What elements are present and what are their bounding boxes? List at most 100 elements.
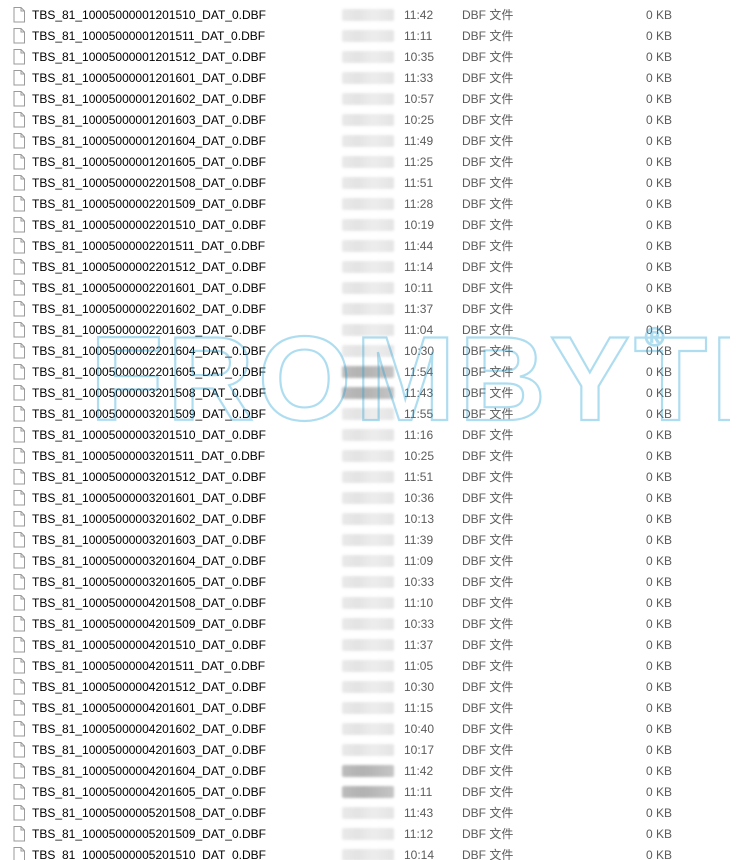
file-row[interactable]: TBS_81_10005000005201510_DAT_0.DBF10:14D… [0, 844, 755, 860]
file-icon [12, 658, 26, 674]
file-size: 0 KB [592, 827, 672, 841]
file-date-blurred [342, 49, 404, 65]
file-row[interactable]: TBS_81_10005000002201511_DAT_0.DBF11:44D… [0, 235, 755, 256]
file-icon [12, 763, 26, 779]
blur-placeholder [342, 849, 394, 860]
file-name: TBS_81_10005000004201512_DAT_0.DBF [32, 680, 342, 694]
file-type: DBF 文件 [462, 258, 592, 275]
file-type: DBF 文件 [462, 153, 592, 170]
file-date-blurred [342, 574, 404, 590]
blur-placeholder [342, 513, 394, 525]
file-row[interactable]: TBS_81_10005000002201605_DAT_0.DBF11:54D… [0, 361, 755, 382]
file-size: 0 KB [592, 71, 672, 85]
file-size: 0 KB [592, 92, 672, 106]
file-row[interactable]: TBS_81_10005000003201605_DAT_0.DBF10:33D… [0, 571, 755, 592]
file-row[interactable]: TBS_81_10005000001201605_DAT_0.DBF11:25D… [0, 151, 755, 172]
file-time: 10:19 [404, 218, 462, 232]
blur-placeholder [342, 366, 394, 378]
blur-placeholder [342, 261, 394, 273]
file-name: TBS_81_10005000002201510_DAT_0.DBF [32, 218, 342, 232]
file-row[interactable]: TBS_81_10005000005201508_DAT_0.DBF11:43D… [0, 802, 755, 823]
file-time: 11:37 [404, 638, 462, 652]
file-row[interactable]: TBS_81_10005000001201602_DAT_0.DBF10:57D… [0, 88, 755, 109]
file-icon [12, 70, 26, 86]
file-row[interactable]: TBS_81_10005000001201604_DAT_0.DBF11:49D… [0, 130, 755, 151]
file-icon [12, 826, 26, 842]
file-row[interactable]: TBS_81_10005000001201601_DAT_0.DBF11:33D… [0, 67, 755, 88]
file-row[interactable]: TBS_81_10005000002201602_DAT_0.DBF11:37D… [0, 298, 755, 319]
file-date-blurred [342, 826, 404, 842]
file-name: TBS_81_10005000004201511_DAT_0.DBF [32, 659, 342, 673]
file-row[interactable]: TBS_81_10005000004201508_DAT_0.DBF11:10D… [0, 592, 755, 613]
file-row[interactable]: TBS_81_10005000003201601_DAT_0.DBF10:36D… [0, 487, 755, 508]
blur-placeholder [342, 681, 394, 693]
file-row[interactable]: TBS_81_10005000002201604_DAT_0.DBF10:30D… [0, 340, 755, 361]
file-icon [12, 196, 26, 212]
file-row[interactable]: TBS_81_10005000004201605_DAT_0.DBF11:11D… [0, 781, 755, 802]
file-row[interactable]: TBS_81_10005000003201512_DAT_0.DBF11:51D… [0, 466, 755, 487]
blur-placeholder [342, 135, 394, 147]
file-row[interactable]: TBS_81_10005000003201509_DAT_0.DBF11:55D… [0, 403, 755, 424]
file-name: TBS_81_10005000003201511_DAT_0.DBF [32, 449, 342, 463]
file-time: 10:25 [404, 113, 462, 127]
file-row[interactable]: TBS_81_10005000003201508_DAT_0.DBF11:43D… [0, 382, 755, 403]
file-row[interactable]: TBS_81_10005000004201511_DAT_0.DBF11:05D… [0, 655, 755, 676]
file-date-blurred [342, 448, 404, 464]
file-type: DBF 文件 [462, 300, 592, 317]
file-row[interactable]: TBS_81_10005000004201509_DAT_0.DBF10:33D… [0, 613, 755, 634]
file-row[interactable]: TBS_81_10005000002201510_DAT_0.DBF10:19D… [0, 214, 755, 235]
file-size: 0 KB [592, 365, 672, 379]
file-row[interactable]: TBS_81_10005000001201511_DAT_0.DBF11:11D… [0, 25, 755, 46]
file-date-blurred [342, 511, 404, 527]
file-row[interactable]: TBS_81_10005000004201510_DAT_0.DBF11:37D… [0, 634, 755, 655]
blur-placeholder [342, 198, 394, 210]
file-row[interactable]: TBS_81_10005000004201604_DAT_0.DBF11:42D… [0, 760, 755, 781]
file-row[interactable]: TBS_81_10005000004201512_DAT_0.DBF10:30D… [0, 676, 755, 697]
file-name: TBS_81_10005000002201601_DAT_0.DBF [32, 281, 342, 295]
file-name: TBS_81_10005000004201601_DAT_0.DBF [32, 701, 342, 715]
file-type: DBF 文件 [462, 657, 592, 674]
file-row[interactable]: TBS_81_10005000001201512_DAT_0.DBF10:35D… [0, 46, 755, 67]
file-size: 0 KB [592, 218, 672, 232]
file-icon [12, 7, 26, 23]
file-type: DBF 文件 [462, 6, 592, 23]
file-row[interactable]: TBS_81_10005000002201603_DAT_0.DBF11:04D… [0, 319, 755, 340]
file-type: DBF 文件 [462, 90, 592, 107]
file-row[interactable]: TBS_81_10005000003201604_DAT_0.DBF11:09D… [0, 550, 755, 571]
file-size: 0 KB [592, 239, 672, 253]
file-size: 0 KB [592, 113, 672, 127]
file-row[interactable]: TBS_81_10005000002201512_DAT_0.DBF11:14D… [0, 256, 755, 277]
file-name: TBS_81_10005000002201508_DAT_0.DBF [32, 176, 342, 190]
file-row[interactable]: TBS_81_10005000004201602_DAT_0.DBF10:40D… [0, 718, 755, 739]
blur-placeholder [342, 807, 394, 819]
file-row[interactable]: TBS_81_10005000003201602_DAT_0.DBF10:13D… [0, 508, 755, 529]
file-size: 0 KB [592, 722, 672, 736]
file-row[interactable]: TBS_81_10005000005201509_DAT_0.DBF11:12D… [0, 823, 755, 844]
file-row[interactable]: TBS_81_10005000003201603_DAT_0.DBF11:39D… [0, 529, 755, 550]
file-size: 0 KB [592, 323, 672, 337]
file-row[interactable]: TBS_81_10005000001201510_DAT_0.DBF11:42D… [0, 4, 755, 25]
file-name: TBS_81_10005000003201603_DAT_0.DBF [32, 533, 342, 547]
file-row[interactable]: TBS_81_10005000002201508_DAT_0.DBF11:51D… [0, 172, 755, 193]
blur-placeholder [342, 429, 394, 441]
file-list[interactable]: TBS_81_10005000001201510_DAT_0.DBF11:42D… [0, 0, 755, 860]
file-row[interactable]: TBS_81_10005000002201509_DAT_0.DBF11:28D… [0, 193, 755, 214]
file-time: 11:42 [404, 8, 462, 22]
file-row[interactable]: TBS_81_10005000004201601_DAT_0.DBF11:15D… [0, 697, 755, 718]
file-date-blurred [342, 784, 404, 800]
file-size: 0 KB [592, 8, 672, 22]
file-row[interactable]: TBS_81_10005000001201603_DAT_0.DBF10:25D… [0, 109, 755, 130]
file-type: DBF 文件 [462, 510, 592, 527]
file-row[interactable]: TBS_81_10005000002201601_DAT_0.DBF10:11D… [0, 277, 755, 298]
file-row[interactable]: TBS_81_10005000003201511_DAT_0.DBF10:25D… [0, 445, 755, 466]
file-size: 0 KB [592, 848, 672, 860]
file-icon [12, 700, 26, 716]
file-time: 10:36 [404, 491, 462, 505]
file-size: 0 KB [592, 407, 672, 421]
file-time: 11:49 [404, 134, 462, 148]
file-time: 10:17 [404, 743, 462, 757]
file-date-blurred [342, 490, 404, 506]
file-size: 0 KB [592, 386, 672, 400]
file-row[interactable]: TBS_81_10005000003201510_DAT_0.DBF11:16D… [0, 424, 755, 445]
file-row[interactable]: TBS_81_10005000004201603_DAT_0.DBF10:17D… [0, 739, 755, 760]
